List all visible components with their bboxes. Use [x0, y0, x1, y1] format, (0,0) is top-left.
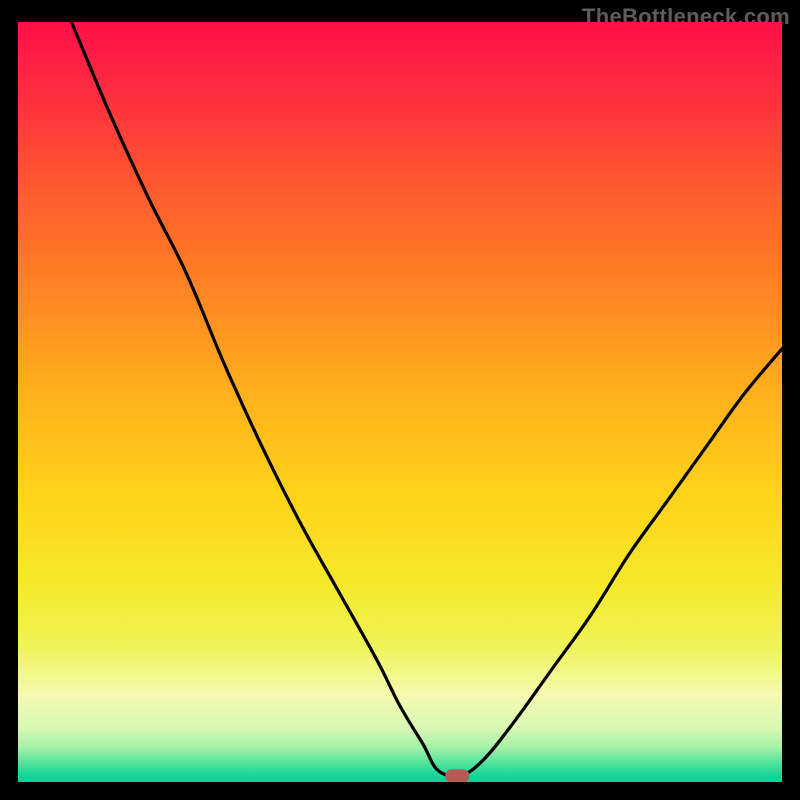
chart-frame: TheBottleneck.com [0, 0, 800, 800]
minimum-marker [445, 769, 469, 782]
plot-area [18, 22, 782, 782]
gradient-rect [18, 22, 782, 782]
chart-svg [18, 22, 782, 782]
